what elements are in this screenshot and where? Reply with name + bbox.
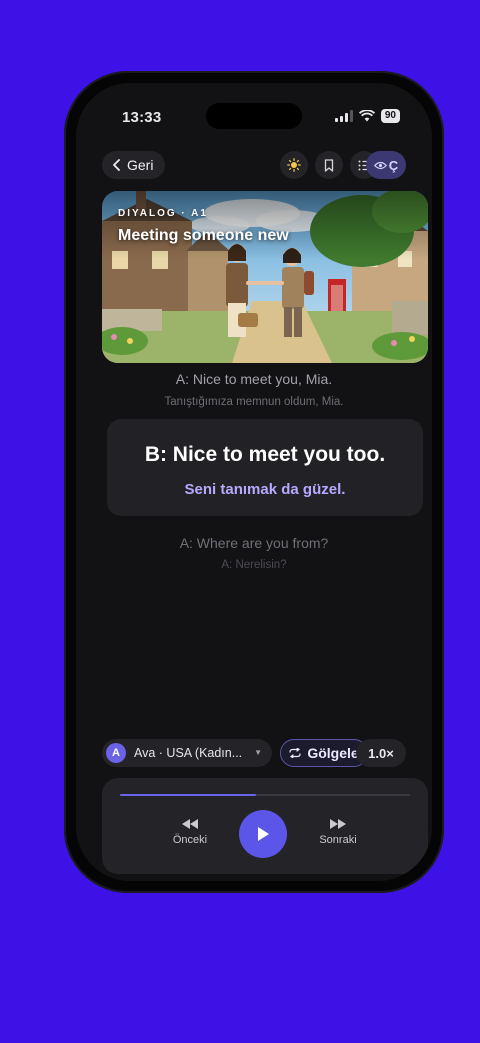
translation-toggle-button[interactable]: Ç <box>366 151 406 179</box>
back-button[interactable]: Geri <box>102 151 166 179</box>
audio-player: Önceki Sonraki <box>102 778 428 874</box>
dialog-line-next[interactable]: A: Where are you from? A: Nerelisin? <box>76 535 432 571</box>
previous-label: Önceki <box>172 834 208 846</box>
status-time: 13:33 <box>122 109 162 126</box>
status-icons: 90 <box>334 109 400 123</box>
wifi-icon <box>358 110 375 122</box>
shadowing-button[interactable]: Gölgele <box>280 739 368 767</box>
progress-bar[interactable] <box>120 794 410 796</box>
dialog-line-previous[interactable]: A: Nice to meet you, Mia. Tanıştığımıza … <box>76 371 432 408</box>
next-label: Sonraki <box>319 834 357 846</box>
status-bar: 13:33 90 <box>76 95 432 135</box>
hero-level-tag: DIYALOG · A1 <box>118 208 208 219</box>
speed-button[interactable]: 1.0× <box>356 739 406 767</box>
eye-icon <box>373 161 387 169</box>
dialog-line-current[interactable]: B: Nice to meet you too. Seni tanımak da… <box>107 419 423 516</box>
playback-options-row: A Ava · USA (Kadın... ▼ Gölgele 1.0× <box>102 739 406 767</box>
next-button[interactable]: Sonraki <box>308 818 368 846</box>
bookmark-button[interactable] <box>315 151 343 179</box>
signal-icon <box>334 110 353 122</box>
previous-line-english: A: Nice to meet you, Mia. <box>175 371 333 387</box>
next-line-english: A: Where are you from? <box>179 535 329 551</box>
hero-title: Meeting someone new <box>118 227 289 244</box>
progress-fill <box>120 794 257 796</box>
previous-line-translation: Tanıştığımıza memnun oldum, Mia. <box>164 396 344 408</box>
rewind-icon <box>182 819 198 829</box>
dynamic-island <box>206 103 302 129</box>
chevron-left-icon <box>113 159 120 171</box>
bookmark-icon <box>324 158 334 172</box>
fast-forward-icon <box>330 819 346 829</box>
phone-frame: 13:33 90 Geri Ç DIYALOG · A1 Meeting som… <box>64 71 444 893</box>
sun-icon <box>287 158 301 172</box>
top-bar: Geri Ç <box>102 151 406 179</box>
previous-button[interactable]: Önceki <box>160 818 220 846</box>
translation-toggle-label: Ç <box>388 157 399 173</box>
play-icon <box>258 827 269 841</box>
voice-selector[interactable]: A Ava · USA (Kadın... ▼ <box>102 739 272 767</box>
shadowing-label: Gölgele <box>307 745 359 761</box>
current-line-translation: Seni tanımak da güzel. <box>184 481 346 498</box>
chevron-down-icon: ▼ <box>254 748 262 757</box>
repeat-icon <box>289 748 301 758</box>
play-button[interactable] <box>239 810 287 858</box>
battery-indicator: 90 <box>380 109 400 123</box>
back-label: Geri <box>127 157 154 173</box>
dialog-hero-image: DIYALOG · A1 Meeting someone new <box>102 191 428 363</box>
next-line-translation: A: Nerelisin? <box>221 559 287 571</box>
voice-avatar: A <box>106 743 126 763</box>
voice-label: Ava · USA (Kadın... <box>134 746 243 760</box>
current-line-english: B: Nice to meet you too. <box>144 443 386 466</box>
phone-screen: 13:33 90 Geri Ç DIYALOG · A1 Meeting som… <box>76 83 432 881</box>
brightness-button[interactable] <box>280 151 308 179</box>
